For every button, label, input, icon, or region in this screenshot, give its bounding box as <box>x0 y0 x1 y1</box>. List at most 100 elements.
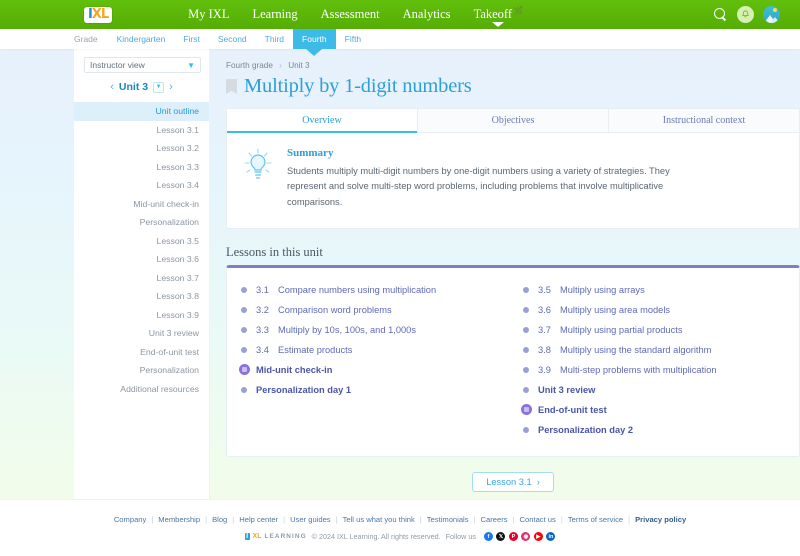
grade-label: Grade <box>74 34 98 44</box>
footer-link-testimonials[interactable]: Testimonials <box>427 515 469 524</box>
sidebar-item-unit-outline[interactable]: Unit outline <box>74 102 209 121</box>
lesson-label: End-of-unit test <box>538 404 607 415</box>
grade-tab-kindergarten[interactable]: Kindergarten <box>108 29 175 49</box>
sidebar-item-lesson-3-2[interactable]: Lesson 3.2 <box>74 139 209 158</box>
lesson-number: 3.9 <box>538 364 551 375</box>
next-lesson-wrap: Lesson 3.1 › <box>226 471 800 492</box>
nav-takeoff-label: Takeoff <box>473 7 513 21</box>
lesson-item-personalization-day-2[interactable]: Personalization day 2 <box>523 420 799 440</box>
next-unit-icon[interactable]: › <box>169 81 173 93</box>
previous-unit-icon[interactable]: ‹ <box>110 81 114 93</box>
tab-overview[interactable]: Overview <box>227 109 418 133</box>
footer-link-company[interactable]: Company <box>114 515 147 524</box>
footer-link-contact-us[interactable]: Contact us <box>520 515 556 524</box>
lesson-item-3-6[interactable]: 3.6 Multiply using area models <box>523 300 799 320</box>
lesson-item-mid-unit-check-in[interactable]: Mid-unit check-in <box>238 360 517 380</box>
footer-link-privacy-policy[interactable]: Privacy policy <box>635 515 686 524</box>
sidebar-item-lesson-3-1[interactable]: Lesson 3.1 <box>74 121 209 140</box>
grade-tab-third[interactable]: Third <box>256 29 293 49</box>
lessons-card: 3.1 Compare numbers using multiplication… <box>226 264 800 457</box>
sidebar-item-lesson-3-8[interactable]: Lesson 3.8 <box>74 287 209 306</box>
x-twitter-icon[interactable]: 𝕏 <box>496 532 506 541</box>
grade-tab-second[interactable]: Second <box>209 29 256 49</box>
sidebar-item-lesson-3-3[interactable]: Lesson 3.3 <box>74 158 209 177</box>
sidebar-item-additional-resources[interactable]: Additional resources <box>74 380 209 399</box>
lesson-item-unit-3-review[interactable]: Unit 3 review <box>523 380 799 400</box>
sidebar-item-lesson-3-5[interactable]: Lesson 3.5 <box>74 232 209 251</box>
page-shell: Instructor view ▼ ‹ Unit 3 ▼ › Unit outl… <box>0 49 800 519</box>
nav-learning[interactable]: Learning <box>252 7 297 22</box>
lessons-section-title: Lessons in this unit <box>226 244 323 259</box>
breadcrumb-fourth-grade[interactable]: Fourth grade <box>226 61 273 70</box>
breadcrumb-unit-3[interactable]: Unit 3 <box>288 61 309 70</box>
footer-link-help-center[interactable]: Help center <box>239 515 278 524</box>
sidebar-item-unit-3-review[interactable]: Unit 3 review <box>74 324 209 343</box>
next-lesson-label: Lesson 3.1 <box>486 476 532 487</box>
sidebar-item-lesson-3-9[interactable]: Lesson 3.9 <box>74 306 209 325</box>
linkedin-icon[interactable]: in <box>546 532 556 541</box>
sidebar-item-mid-unit-check-in[interactable]: Mid-unit check-in <box>74 195 209 214</box>
lesson-item-end-of-unit-test[interactable]: End-of-unit test <box>520 400 799 420</box>
footer-separator: | <box>283 515 286 524</box>
lesson-item-personalization-day-1[interactable]: Personalization day 1 <box>241 380 517 400</box>
footer-separator: | <box>628 515 631 524</box>
footer-separator: | <box>512 515 515 524</box>
footer-separator: | <box>205 515 208 524</box>
instructor-view-dropdown[interactable]: Instructor view ▼ <box>84 57 201 73</box>
grade-tab-fourth[interactable]: Fourth <box>293 29 336 49</box>
footer-link-blog[interactable]: Blog <box>212 515 227 524</box>
lesson-item-3-1[interactable]: 3.1 Compare numbers using multiplication <box>241 280 517 300</box>
tab-instructional-context[interactable]: Instructional context <box>609 109 799 132</box>
lesson-item-3-7[interactable]: 3.7 Multiply using partial products <box>523 320 799 340</box>
social-icons: f 𝕏 P ◉ ▶ in <box>483 532 556 541</box>
next-lesson-button[interactable]: Lesson 3.1 › <box>472 471 554 492</box>
chevron-right-icon: › <box>536 476 540 487</box>
lesson-item-3-8[interactable]: 3.8 Multiply using the standard algorith… <box>523 340 799 360</box>
overview-card: Overview Objectives Instructional contex… <box>226 108 800 229</box>
lesson-item-3-9[interactable]: 3.9 Multi-step problems with multiplicat… <box>523 360 799 380</box>
tab-objectives[interactable]: Objectives <box>418 109 609 132</box>
grade-tab-fifth[interactable]: Fifth <box>336 29 371 49</box>
test-badge-icon <box>520 404 532 416</box>
user-avatar[interactable] <box>763 6 780 23</box>
grade-tab-first[interactable]: First <box>174 29 209 49</box>
lesson-label: Estimate products <box>278 344 353 355</box>
unit-dropdown-chevron-down-icon[interactable]: ▼ <box>153 81 165 93</box>
nav-my-ixl[interactable]: My IXL <box>188 7 229 22</box>
ixl-logo[interactable]: I XL <box>84 6 113 23</box>
breadcrumb: Fourth grade › Unit 3 <box>226 61 800 70</box>
nav-takeoff[interactable]: Takeoff 🌿 <box>473 6 523 27</box>
footer-link-membership[interactable]: Membership <box>158 515 200 524</box>
lesson-item-3-2[interactable]: 3.2 Comparison word problems <box>241 300 517 320</box>
grade-selector-bar: Grade Kindergarten First Second Third Fo… <box>0 29 800 49</box>
search-icon[interactable] <box>714 7 728 22</box>
lesson-item-3-3[interactable]: 3.3 Multiply by 10s, 100s, and 1,000s <box>241 320 517 340</box>
lesson-label: Multiply using partial products <box>560 324 683 335</box>
lesson-item-3-4[interactable]: 3.4 Estimate products <box>241 340 517 360</box>
bookmark-icon[interactable] <box>226 79 237 94</box>
lesson-label: Multiply using arrays <box>560 284 645 295</box>
lessons-column-right: 3.5 Multiply using arrays 3.6 Multiply u… <box>517 280 799 440</box>
nav-analytics[interactable]: Analytics <box>403 7 451 22</box>
lesson-item-3-5[interactable]: 3.5 Multiply using arrays <box>523 280 799 300</box>
footer-link-terms-of-service[interactable]: Terms of service <box>568 515 623 524</box>
footer-link-careers[interactable]: Careers <box>481 515 508 524</box>
pinterest-icon[interactable]: P <box>508 532 518 541</box>
sidebar-item-list: Unit outline Lesson 3.1 Lesson 3.2 Lesso… <box>74 102 209 398</box>
footer-links: Company | Membership | Blog | Help center | … <box>114 515 686 524</box>
notification-bell-icon[interactable] <box>737 6 754 23</box>
sidebar-item-lesson-3-4[interactable]: Lesson 3.4 <box>74 176 209 195</box>
nav-assessment[interactable]: Assessment <box>321 7 380 22</box>
sidebar-item-end-of-unit-test[interactable]: End-of-unit test <box>74 343 209 362</box>
sidebar-item-lesson-3-6[interactable]: Lesson 3.6 <box>74 250 209 269</box>
instagram-icon[interactable]: ◉ <box>521 532 531 541</box>
facebook-icon[interactable]: f <box>483 532 493 541</box>
bullet-dot-icon <box>241 386 247 393</box>
sidebar-item-personalization-2[interactable]: Personalization <box>74 361 209 380</box>
footer-link-user-guides[interactable]: User guides <box>290 515 331 524</box>
sidebar-item-personalization-1[interactable]: Personalization <box>74 213 209 232</box>
current-unit-label[interactable]: Unit 3 <box>119 81 148 93</box>
footer-link-feedback[interactable]: Tell us what you think <box>343 515 415 524</box>
sidebar-item-lesson-3-7[interactable]: Lesson 3.7 <box>74 269 209 288</box>
youtube-icon[interactable]: ▶ <box>533 532 543 541</box>
